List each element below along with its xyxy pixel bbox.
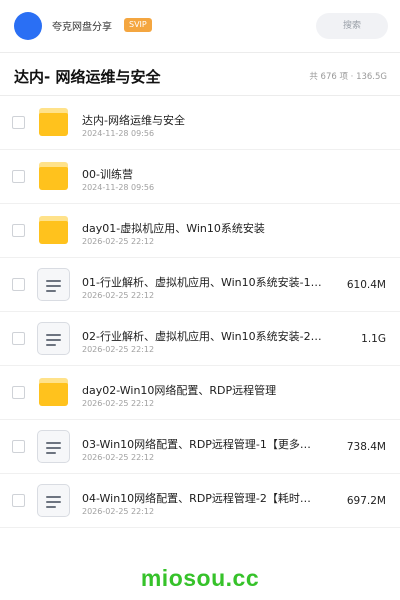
item-size: 1.1G bbox=[361, 333, 386, 345]
item-date: 2026-02-25 22:12 bbox=[82, 237, 155, 246]
list-item[interactable]: 02-行业解析、虚拟机应用、Win10系统安装-2… 2026-02-25 22… bbox=[0, 312, 400, 366]
list-item[interactable]: 00-训练营 2024-11-28 09:56 bbox=[0, 150, 400, 204]
item-name: day01-虚拟机应用、Win10系统安装 bbox=[82, 222, 265, 235]
avatar[interactable] bbox=[14, 12, 42, 40]
item-date: 2026-02-25 22:12 bbox=[82, 399, 155, 408]
document-icon bbox=[37, 268, 70, 301]
folder-icon bbox=[39, 108, 68, 136]
item-size: 697.2M bbox=[346, 495, 386, 507]
list-item[interactable]: 01-行业解析、虚拟机应用、Win10系统安装-1… 2026-02-25 22… bbox=[0, 258, 400, 312]
file-list: 达内-网络运维与安全 2024-11-28 09:56 00-训练营 2024-… bbox=[0, 96, 400, 528]
select-checkbox[interactable] bbox=[12, 332, 25, 345]
document-icon bbox=[37, 430, 70, 463]
folder-icon bbox=[39, 162, 68, 190]
item-name: 00-训练营 bbox=[82, 168, 133, 181]
item-name: 01-行业解析、虚拟机应用、Win10系统安装-1… bbox=[82, 276, 322, 289]
select-checkbox[interactable] bbox=[12, 224, 25, 237]
page-title: 达内- 网络运维与安全 bbox=[14, 68, 161, 86]
item-date: 2026-02-25 22:12 bbox=[82, 507, 155, 516]
item-date: 2026-02-25 22:12 bbox=[82, 291, 155, 300]
sharer-name: 夸克网盘分享 bbox=[52, 22, 112, 33]
select-checkbox[interactable] bbox=[12, 170, 25, 183]
item-date: 2024-11-28 09:56 bbox=[82, 129, 155, 138]
select-checkbox[interactable] bbox=[12, 440, 25, 453]
select-checkbox[interactable] bbox=[12, 386, 25, 399]
item-date: 2024-11-28 09:56 bbox=[82, 183, 155, 192]
item-size: 738.4M bbox=[346, 441, 386, 453]
item-name: 04-Win10网络配置、RDP远程管理-2【耗时… bbox=[82, 492, 311, 505]
app-header: 夸克网盘分享 SVIP 搜索 bbox=[0, 0, 400, 52]
select-checkbox[interactable] bbox=[12, 116, 25, 129]
document-icon bbox=[37, 322, 70, 355]
svip-badge: SVIP bbox=[124, 18, 152, 32]
item-date: 2026-02-25 22:12 bbox=[82, 453, 155, 462]
watermark-logo: miosou.cc bbox=[140, 565, 260, 591]
select-checkbox[interactable] bbox=[12, 494, 25, 507]
item-name: 03-Win10网络配置、RDP远程管理-1【更多… bbox=[82, 438, 311, 451]
list-item[interactable]: 04-Win10网络配置、RDP远程管理-2【耗时… 2026-02-25 22… bbox=[0, 474, 400, 528]
item-size: 610.4M bbox=[346, 279, 386, 291]
item-name: 达内-网络运维与安全 bbox=[82, 114, 185, 127]
list-item[interactable]: day01-虚拟机应用、Win10系统安装 2026-02-25 22:12 bbox=[0, 204, 400, 258]
document-icon bbox=[37, 484, 70, 517]
folder-summary: 共 676 项 · 136.5G bbox=[309, 72, 387, 82]
list-item[interactable]: 达内-网络运维与安全 2024-11-28 09:56 bbox=[0, 96, 400, 150]
folder-icon bbox=[39, 378, 68, 406]
item-date: 2026-02-25 22:12 bbox=[82, 345, 155, 354]
search-input[interactable]: 搜索 bbox=[316, 13, 388, 39]
folder-icon bbox=[39, 216, 68, 244]
list-item[interactable]: day02-Win10网络配置、RDP远程管理 2026-02-25 22:12 bbox=[0, 366, 400, 420]
item-name: 02-行业解析、虚拟机应用、Win10系统安装-2… bbox=[82, 330, 322, 343]
item-name: day02-Win10网络配置、RDP远程管理 bbox=[82, 384, 277, 397]
header-divider bbox=[0, 52, 400, 53]
list-item[interactable]: 03-Win10网络配置、RDP远程管理-1【更多… 2026-02-25 22… bbox=[0, 420, 400, 474]
select-checkbox[interactable] bbox=[12, 278, 25, 291]
